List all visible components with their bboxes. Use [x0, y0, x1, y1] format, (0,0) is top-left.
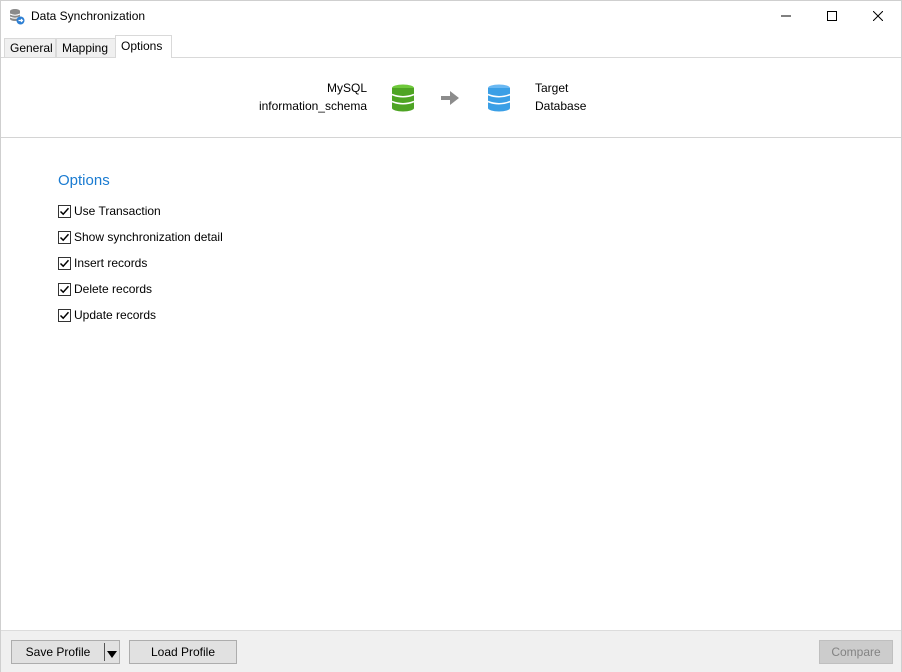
- checkmark-icon: [59, 285, 70, 293]
- checkmark-icon: [59, 311, 70, 319]
- minimize-icon: [781, 15, 791, 17]
- maximize-icon: [827, 11, 837, 21]
- delete-records-label: Delete records: [74, 282, 153, 296]
- tab-options[interactable]: Options: [115, 35, 172, 58]
- source-database-label: information_schema: [258, 99, 367, 113]
- delete-records-checkbox[interactable]: [58, 282, 71, 296]
- checkmark-icon: [59, 207, 70, 215]
- option-update-records[interactable]: Update records: [58, 307, 156, 323]
- checkmark-icon: [59, 259, 70, 267]
- close-icon: [873, 11, 883, 21]
- tab-strip: General Mapping Options: [1, 35, 901, 58]
- target-database-label: Database: [535, 99, 587, 113]
- data-sync-app-icon: [9, 8, 25, 25]
- maximize-button[interactable]: [809, 1, 855, 31]
- database-blue-icon: [487, 84, 511, 112]
- option-use-transaction[interactable]: Use Transaction: [58, 203, 161, 219]
- insert-records-label: Insert records: [74, 256, 148, 270]
- checkmark-icon: [59, 233, 70, 241]
- options-section-title: Options: [58, 172, 110, 189]
- dropdown-caret-icon[interactable]: [107, 648, 117, 662]
- app-window: Data Synchronization General Mapping Opt…: [0, 0, 902, 672]
- footer-bar: Save Profile Load Profile Compare: [1, 630, 901, 672]
- close-button[interactable]: [855, 1, 901, 31]
- save-profile-button[interactable]: Save Profile: [11, 640, 120, 664]
- source-type-label: MySQL: [326, 81, 367, 95]
- target-type-label: Target: [535, 81, 569, 95]
- tab-general[interactable]: General: [4, 38, 56, 58]
- use-transaction-label: Use Transaction: [74, 204, 161, 218]
- title-bar: Data Synchronization: [1, 1, 901, 32]
- minimize-button[interactable]: [763, 1, 809, 31]
- sync-header: MySQL information_schema Target Database: [1, 58, 901, 138]
- update-records-checkbox[interactable]: [58, 308, 71, 322]
- load-profile-button[interactable]: Load Profile: [129, 640, 237, 664]
- option-delete-records[interactable]: Delete records: [58, 281, 152, 297]
- save-profile-label: Save Profile: [25, 645, 91, 659]
- window-title: Data Synchronization: [31, 9, 146, 23]
- option-insert-records[interactable]: Insert records: [58, 255, 147, 271]
- split-divider: [104, 643, 105, 661]
- insert-records-checkbox[interactable]: [58, 256, 71, 270]
- arrow-right-icon: [441, 91, 459, 105]
- header-divider: [1, 137, 901, 138]
- compare-button[interactable]: Compare: [819, 640, 893, 664]
- database-green-icon: [391, 84, 415, 112]
- show-sync-detail-checkbox[interactable]: [58, 230, 71, 244]
- use-transaction-checkbox[interactable]: [58, 204, 71, 218]
- option-show-sync-detail[interactable]: Show synchronization detail: [58, 229, 223, 245]
- update-records-label: Update records: [74, 308, 157, 322]
- tab-mapping[interactable]: Mapping: [56, 38, 116, 58]
- show-sync-detail-label: Show synchronization detail: [74, 230, 223, 244]
